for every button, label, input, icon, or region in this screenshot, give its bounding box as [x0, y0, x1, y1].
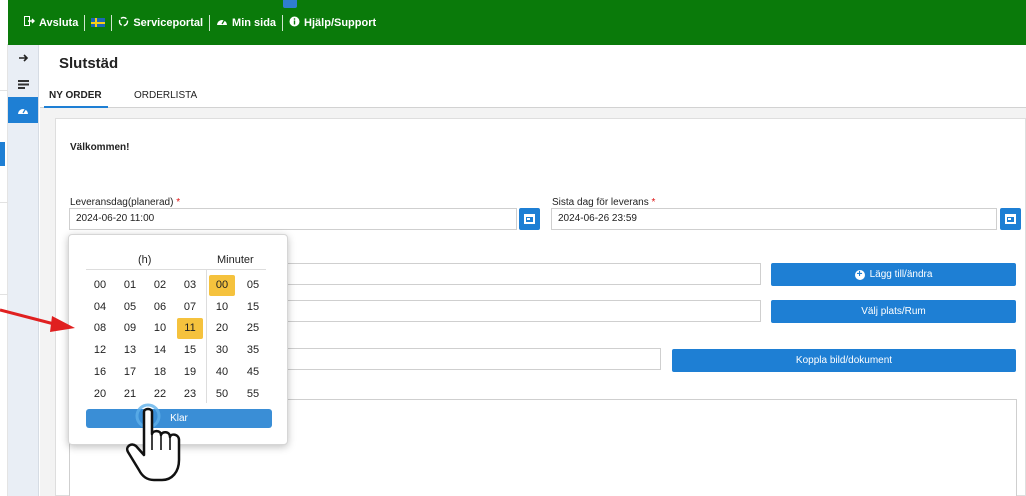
attach-document-button[interactable]: Koppla bild/dokument	[672, 349, 1016, 372]
logout-label: Avsluta	[39, 16, 79, 29]
calendar-icon	[524, 214, 535, 224]
minute-option-10[interactable]: 10	[209, 297, 235, 318]
hour-option-17[interactable]: 17	[117, 362, 143, 383]
annotation-arrow-icon	[0, 308, 75, 332]
choose-place-label: Välj plats/Rum	[861, 306, 926, 317]
minute-option-25[interactable]: 25	[240, 318, 266, 339]
sidebar	[8, 45, 39, 496]
hour-option-04[interactable]: 04	[87, 297, 113, 318]
hour-option-08[interactable]: 08	[87, 318, 113, 339]
hour-option-01[interactable]: 01	[117, 275, 143, 296]
hour-option-15[interactable]: 15	[177, 340, 203, 361]
hour-option-02[interactable]: 02	[147, 275, 173, 296]
last-date-input[interactable]: 2024-06-26 23:59	[551, 208, 997, 230]
hour-option-03[interactable]: 03	[177, 275, 203, 296]
hour-option-05[interactable]: 05	[117, 297, 143, 318]
sidebar-item-expand[interactable]	[8, 45, 38, 71]
dashboard-icon	[18, 108, 28, 114]
swedish-flag-icon	[91, 18, 106, 27]
page-title: Slutstäd	[59, 55, 119, 72]
minute-option-30[interactable]: 30	[209, 340, 235, 361]
logout-link[interactable]: Avsluta	[18, 16, 84, 29]
my-page-link[interactable]: Min sida	[210, 16, 282, 29]
active-tab-indicator	[44, 106, 108, 108]
hour-option-12[interactable]: 12	[87, 340, 113, 361]
hour-option-00[interactable]: 00	[87, 275, 113, 296]
minutes-header: Minuter	[217, 254, 254, 266]
attach-document-label: Koppla bild/dokument	[795, 355, 893, 366]
info-icon	[289, 16, 300, 30]
sign-out-icon	[24, 16, 35, 29]
choose-place-button[interactable]: Välj plats/Rum	[771, 300, 1016, 323]
tab-bar: NY ORDER ORDERLISTA	[40, 88, 1026, 108]
hour-option-20[interactable]: 20	[87, 384, 113, 405]
add-change-button[interactable]: + Lägg till/ändra	[771, 263, 1016, 286]
top-navigation-bar: Avsluta Serviceportal Min sida Hjälp/Sup…	[8, 0, 1026, 45]
hour-option-06[interactable]: 06	[147, 297, 173, 318]
sidebar-item-list[interactable]	[8, 71, 38, 97]
hour-option-10[interactable]: 10	[147, 318, 173, 339]
hour-option-13[interactable]: 13	[117, 340, 143, 361]
calendar-icon	[1005, 214, 1016, 224]
hours-header: (h)	[138, 254, 152, 266]
minute-option-50[interactable]: 50	[209, 384, 235, 405]
serviceportal-link[interactable]: Serviceportal	[112, 16, 209, 30]
list-icon	[17, 79, 29, 89]
hour-option-19[interactable]: 19	[177, 362, 203, 383]
required-mark: *	[651, 197, 656, 208]
my-page-label: Min sida	[232, 16, 277, 29]
strip-divider	[0, 90, 8, 91]
minute-option-40[interactable]: 40	[209, 362, 235, 383]
minute-option-20[interactable]: 20	[209, 318, 235, 339]
language-selector[interactable]	[85, 18, 111, 27]
serviceportal-label: Serviceportal	[133, 16, 204, 29]
left-edge-strip	[0, 44, 8, 496]
minute-option-35[interactable]: 35	[240, 340, 266, 361]
minute-option-45[interactable]: 45	[240, 362, 266, 383]
hour-option-16[interactable]: 16	[87, 362, 113, 383]
arrow-right-icon	[18, 54, 28, 62]
delivery-date-calendar-button[interactable]	[519, 208, 540, 230]
required-mark: *	[176, 197, 181, 208]
dashboard-icon	[216, 16, 228, 29]
hour-option-07[interactable]: 07	[177, 297, 203, 318]
recycle-icon	[118, 16, 129, 30]
last-date-label-text: Sista dag för leverans	[552, 197, 649, 208]
hour-option-11[interactable]: 11	[177, 318, 203, 340]
tab-order-list[interactable]: ORDERLISTA	[134, 90, 197, 101]
picker-column-divider	[206, 270, 207, 403]
sidebar-item-dashboard[interactable]	[8, 97, 38, 123]
delivery-date-input[interactable]: 2024-06-20 11:00	[69, 208, 517, 230]
add-change-label: Lägg till/ändra	[869, 269, 933, 280]
delivery-date-label: Leveransdag(planerad) *	[70, 197, 180, 208]
minute-option-05[interactable]: 05	[240, 275, 266, 296]
hour-option-18[interactable]: 18	[147, 362, 173, 383]
help-link[interactable]: Hjälp/Support	[283, 16, 382, 30]
calendar-tab-icon	[283, 0, 297, 8]
delivery-date-label-text: Leveransdag(planerad)	[70, 197, 174, 208]
last-date-calendar-button[interactable]	[1000, 208, 1021, 230]
last-date-label: Sista dag för leverans *	[552, 197, 655, 208]
help-label: Hjälp/Support	[304, 16, 377, 29]
hour-option-09[interactable]: 09	[117, 318, 143, 339]
minute-option-15[interactable]: 15	[240, 297, 266, 318]
pointing-hand-cursor-icon	[126, 403, 181, 482]
minute-option-55[interactable]: 55	[240, 384, 266, 405]
picker-header-divider	[86, 269, 266, 270]
strip-divider	[0, 202, 8, 203]
hour-option-14[interactable]: 14	[147, 340, 173, 361]
strip-active-mark	[0, 142, 5, 166]
plus-circle-icon: +	[854, 269, 865, 280]
minute-option-00[interactable]: 00	[209, 275, 235, 296]
welcome-text: Välkommen!	[70, 142, 130, 153]
tab-new-order[interactable]: NY ORDER	[49, 90, 102, 101]
